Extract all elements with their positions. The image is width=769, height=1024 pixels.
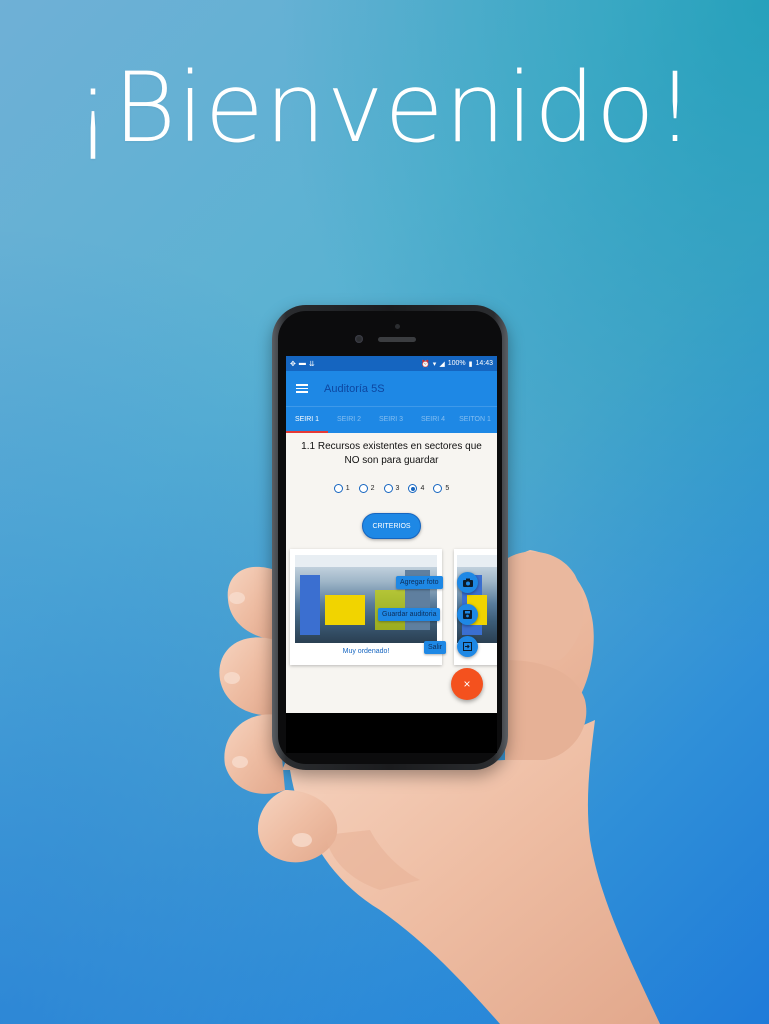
rating-label: 3: [395, 485, 400, 492]
add-photo-button[interactable]: [457, 572, 478, 593]
battery-percent: 100%: [447, 360, 466, 367]
notification-icons: ✥ ▬ ⇊: [290, 360, 315, 368]
criterios-button[interactable]: CRITERIOS: [362, 513, 421, 539]
close-icon: ×: [463, 677, 471, 691]
download-icon: ⇊: [308, 360, 315, 368]
rating-label: 2: [370, 485, 375, 492]
rating-option-5[interactable]: 5: [433, 484, 449, 493]
tab-seiri-1[interactable]: SEIRI 1: [286, 407, 328, 433]
rating-label: 1: [345, 485, 350, 492]
photo-card[interactable]: Muy ordenado!: [290, 549, 442, 665]
tab-seiri-3[interactable]: SEIRI 3: [370, 407, 412, 433]
signal-icon: ◢: [439, 360, 445, 368]
rating-label: 5: [445, 485, 450, 492]
usb-icon: ✥: [290, 360, 296, 368]
save-audit-label[interactable]: Guardar auditoria: [378, 608, 441, 621]
radio-button[interactable]: [358, 484, 368, 493]
message-icon: ▬: [298, 360, 306, 367]
exit-label[interactable]: Salir: [424, 641, 447, 654]
save-icon: [463, 610, 472, 619]
battery-icon: ▮: [468, 360, 473, 368]
rating-label: 4: [420, 485, 425, 492]
hamburger-menu-icon[interactable]: [296, 384, 308, 393]
camera-icon: [462, 578, 473, 587]
system-icons: ⏰ ▾ ◢ 100% ▮ 14:43: [421, 360, 493, 368]
proximity-sensor: [395, 324, 400, 329]
app-bar: Auditoría 5S: [286, 371, 497, 406]
rating-option-2[interactable]: 2: [358, 484, 375, 493]
radio-button[interactable]: [333, 484, 343, 493]
earpiece-speaker: [378, 337, 416, 342]
factory-photo: [295, 555, 437, 643]
tab-bar: SEIRI 1 SEIRI 2 SEIRI 3 SEIRI 4 SEITON 1: [286, 406, 497, 433]
radio-button[interactable]: [433, 484, 443, 493]
exit-icon: [463, 642, 472, 651]
phone-nav-area: [286, 713, 497, 753]
rating-option-4[interactable]: 4: [408, 484, 424, 493]
save-audit-button[interactable]: [457, 604, 478, 625]
radio-button[interactable]: [383, 484, 393, 493]
front-camera: [355, 335, 363, 343]
question-text: 1.1 Recursos existentes en sectores que …: [301, 441, 482, 466]
phone-screen: ✥ ▬ ⇊ ⏰ ▾ ◢ 100% ▮ 14:43 Auditoría 5S SE…: [286, 356, 497, 713]
rating-radio-group: 1 2 3 4 5: [286, 484, 497, 493]
exit-button[interactable]: [457, 636, 478, 657]
factory-photo: [457, 555, 497, 643]
add-photo-label[interactable]: Agregar foto: [396, 576, 443, 589]
app-title: Auditoría 5S: [324, 382, 385, 395]
tab-seiri-4[interactable]: SEIRI 4: [412, 407, 454, 433]
rating-option-1[interactable]: 1: [333, 484, 350, 493]
alarm-icon: ⏰: [421, 360, 430, 368]
rating-option-3[interactable]: 3: [383, 484, 400, 493]
tab-seiton-1[interactable]: SEITON 1: [454, 407, 496, 433]
status-time: 14:43: [475, 360, 493, 367]
status-bar: ✥ ▬ ⇊ ⏰ ▾ ◢ 100% ▮ 14:43: [286, 356, 497, 371]
radio-button-selected[interactable]: [408, 484, 418, 493]
close-fab-button[interactable]: ×: [451, 668, 483, 700]
wifi-icon: ▾: [432, 360, 437, 368]
tab-seiri-2[interactable]: SEIRI 2: [328, 407, 370, 433]
photo-caption: Muy ordenado!: [342, 648, 390, 655]
